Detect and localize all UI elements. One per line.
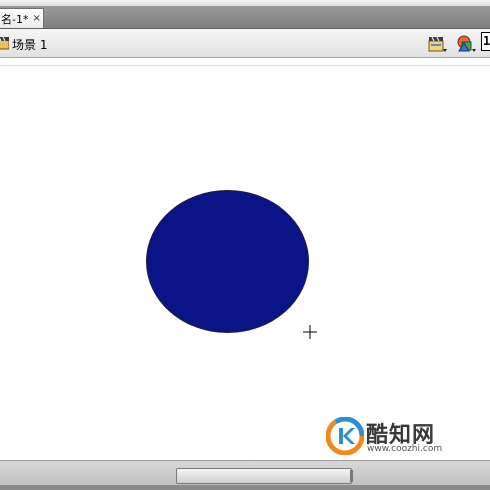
- scrollbar-grip: [350, 470, 353, 482]
- scene-breadcrumb-label[interactable]: 场景 1: [12, 36, 47, 53]
- scene-toolbar: 场景 1 1: [0, 29, 490, 58]
- coozhi-logo-icon: [326, 417, 364, 455]
- scene-clapper-icon: [0, 36, 9, 50]
- close-icon[interactable]: ×: [32, 13, 40, 24]
- document-tab-label: 名-1*: [1, 12, 29, 26]
- stage-canvas[interactable]: 酷知网 www.coozhi.com: [0, 66, 490, 460]
- horizontal-scrollbar[interactable]: [0, 460, 490, 490]
- status-bar: [0, 485, 490, 490]
- scrollbar-thumb[interactable]: [176, 468, 352, 484]
- document-tab[interactable]: 名-1* ×: [0, 8, 44, 28]
- watermark-url: www.coozhi.com: [367, 444, 443, 454]
- crosshair-cursor-icon: [303, 325, 317, 339]
- flash-editor-window: 名-1* × 场景 1 1 酷知网 www.coozhi.com: [0, 0, 490, 490]
- blue-oval-shape[interactable]: [146, 190, 309, 333]
- document-tab-bar: 名-1* ×: [0, 6, 490, 29]
- zoom-input[interactable]: 1: [481, 32, 490, 51]
- edit-symbol-icon[interactable]: [456, 34, 478, 54]
- edit-scene-icon[interactable]: [428, 35, 448, 53]
- coozhi-watermark: 酷知网 www.coozhi.com: [316, 416, 466, 460]
